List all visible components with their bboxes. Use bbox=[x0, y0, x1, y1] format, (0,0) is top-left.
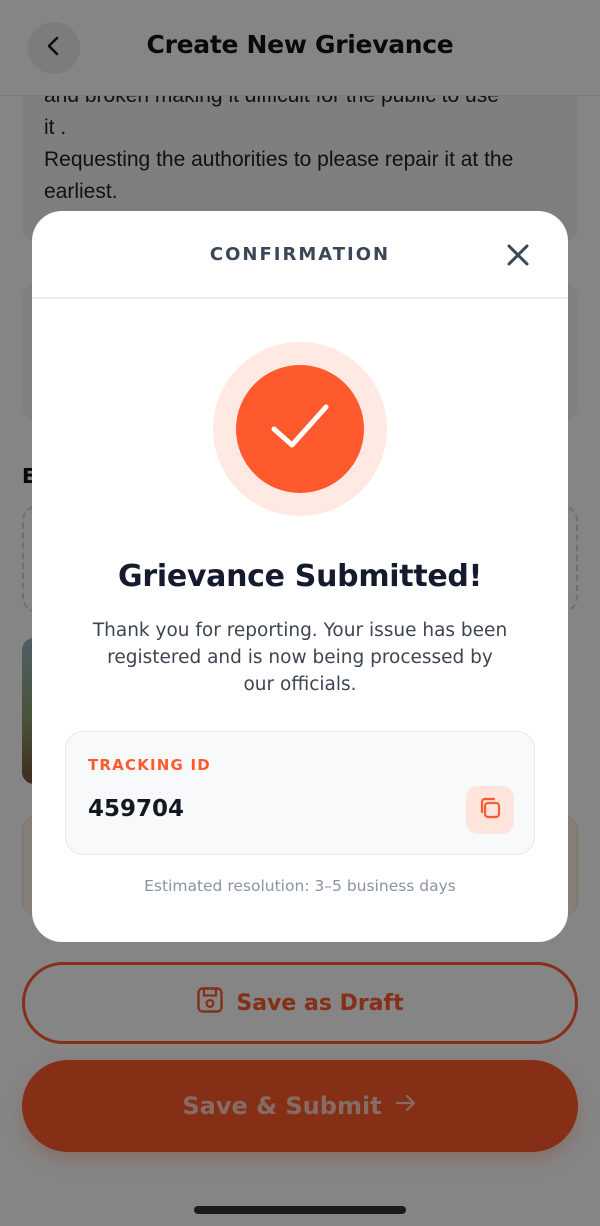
home-indicator[interactable] bbox=[194, 1206, 406, 1214]
close-icon[interactable] bbox=[504, 241, 532, 269]
tracking-id-value: 459704 bbox=[88, 796, 185, 822]
app-screen: Create New Grievance and broken making i… bbox=[0, 0, 600, 1226]
copy-button[interactable] bbox=[466, 786, 514, 834]
tracking-label: TRACKING ID bbox=[88, 756, 211, 774]
checkmark-icon bbox=[264, 391, 336, 467]
modal-header: CONFIRMATION bbox=[32, 211, 568, 299]
success-badge bbox=[236, 365, 364, 493]
confirmation-modal: CONFIRMATION Grievance Submitted! Thank … bbox=[32, 211, 568, 942]
tracking-card: TRACKING ID 459704 bbox=[65, 731, 535, 855]
modal-message: Thank you for reporting. Your issue has … bbox=[82, 617, 518, 698]
message-line: registered and is now being processed by bbox=[107, 647, 493, 668]
message-line: our officials. bbox=[243, 674, 357, 695]
estimate-text: Estimated resolution: 3–5 business days bbox=[144, 877, 456, 895]
modal-heading: Grievance Submitted! bbox=[118, 559, 482, 594]
modal-title: CONFIRMATION bbox=[209, 244, 391, 265]
copy-icon bbox=[477, 795, 503, 825]
message-line: Thank you for reporting. Your issue has … bbox=[92, 620, 508, 641]
